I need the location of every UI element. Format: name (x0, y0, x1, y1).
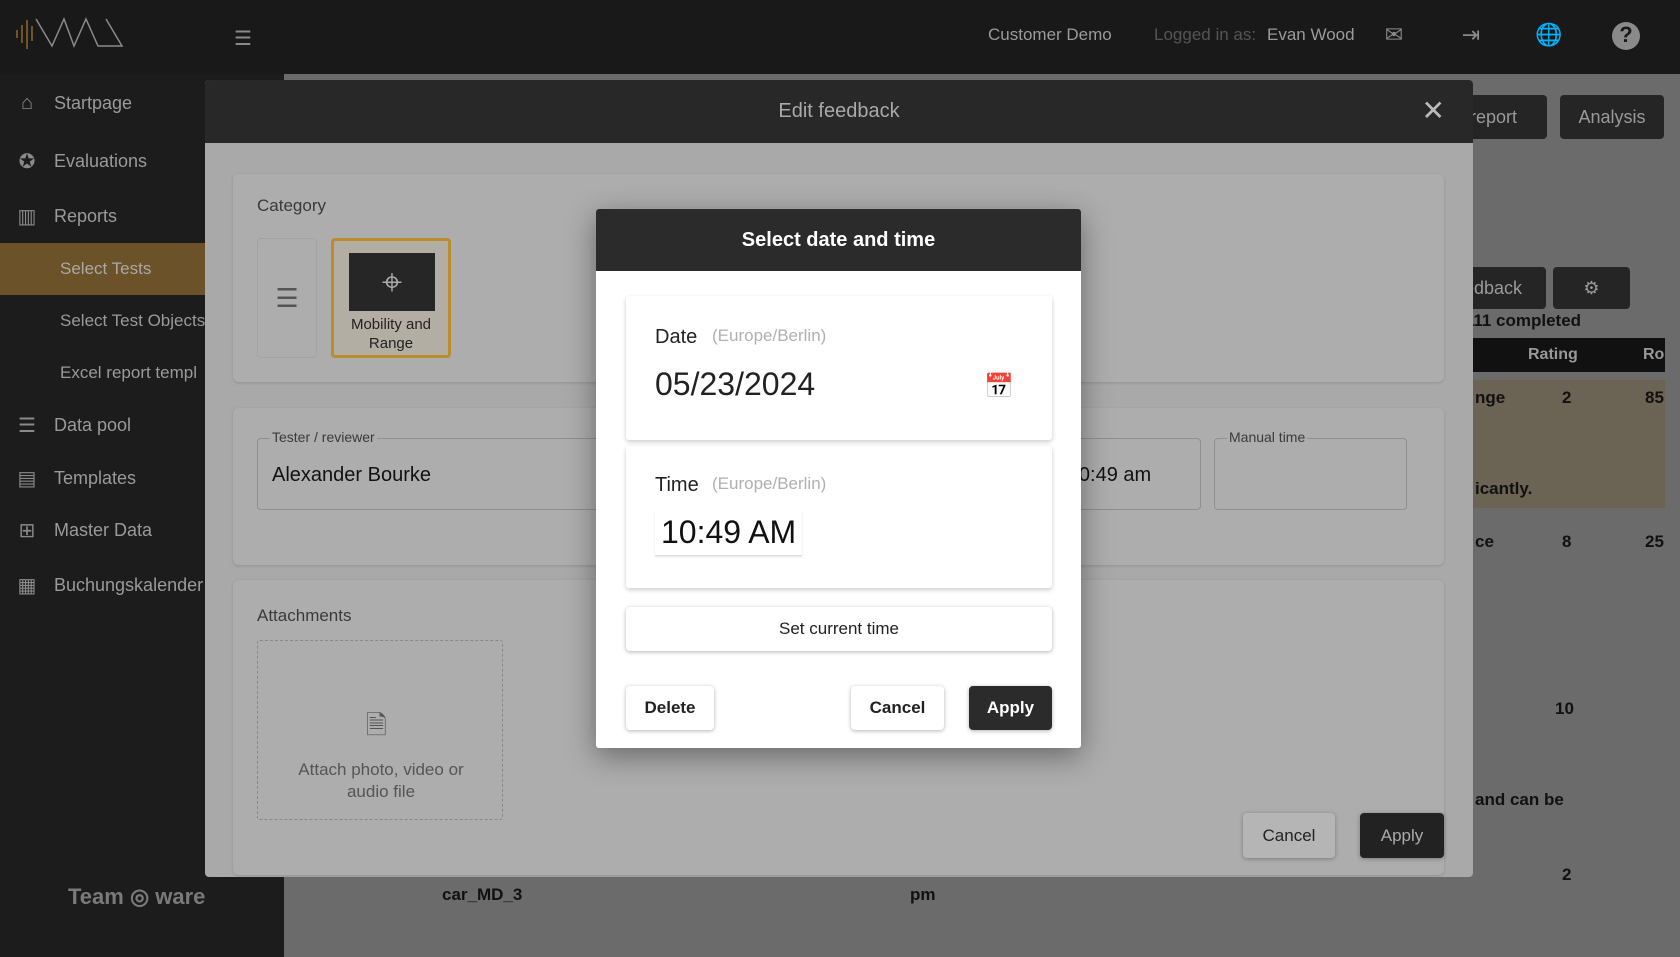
cell: and can be (1475, 790, 1564, 809)
cell: 25 (1645, 532, 1664, 551)
teamware-logo: Team ◎ ware (68, 884, 206, 909)
modal-header: Edit feedback (205, 80, 1473, 143)
home-icon: ⌂ (20, 91, 34, 114)
sidebar-item-label: Reports (54, 205, 118, 226)
cell: 2 (1562, 865, 1572, 884)
time-timezone: (Europe/Berlin) (712, 474, 827, 493)
org-name: Customer Demo (988, 25, 1112, 44)
logged-in-label: Logged in as: (1154, 25, 1257, 44)
attachments-label: Attachments (257, 606, 352, 625)
cell: icantly. (1475, 479, 1533, 498)
dialog-cancel-button[interactable]: Cancel (851, 686, 944, 730)
date-time-dialog: Select date and time Date (Europe/Berlin… (596, 209, 1081, 748)
col-ro: Ro (1643, 346, 1665, 363)
list-icon: ☰ (275, 282, 299, 313)
attach-hint: Attach photo, video or audio file (298, 760, 464, 801)
dialog-header: Select date and time (596, 209, 1081, 271)
globe-icon[interactable]: 🌐 (1535, 22, 1563, 50)
cell: 8 (1562, 532, 1572, 551)
date-card: Date (Europe/Berlin) 05/23/2024 📅 (626, 296, 1052, 440)
cell: pm (910, 885, 936, 904)
settings-button[interactable]: ⚙ (1553, 267, 1630, 309)
sidebar-item-label: Master Data (54, 519, 153, 540)
date-timezone: (Europe/Berlin) (712, 326, 827, 345)
database-icon: ☰ (18, 414, 36, 437)
help-icon[interactable]: ? (1612, 22, 1640, 50)
dialog-title: Select date and time (741, 228, 936, 251)
delete-button[interactable]: Delete (626, 686, 714, 730)
close-icon[interactable]: ✕ (1422, 94, 1445, 127)
user-name[interactable]: Evan Wood (1267, 25, 1355, 45)
sidebar-item-label: Excel report templ (60, 363, 197, 382)
bar-chart-icon: ▥ (17, 205, 37, 228)
collapse-sidebar-icon[interactable]: ☰ (234, 26, 252, 51)
analysis-button[interactable]: Analysis (1560, 95, 1664, 139)
hierarchy-icon: ⊞ (18, 519, 36, 542)
modal-title: Edit feedback (778, 100, 900, 122)
col-rating: Rating (1528, 346, 1578, 363)
calendar-icon: ▦ (17, 574, 37, 597)
gear-icon: ⚙ (1583, 277, 1600, 298)
table-header: Rating Ro (1473, 338, 1665, 372)
sidebar-item-label: Evaluations (54, 150, 148, 171)
app-logo (16, 17, 124, 49)
mail-icon[interactable]: ✉ (1380, 22, 1408, 50)
tester-label: Tester / reviewer (270, 429, 377, 445)
manual-time-label: Manual time (1227, 429, 1308, 445)
time-label: Time (655, 474, 699, 496)
cell: 2 (1562, 388, 1572, 407)
attach-dropzone[interactable]: 🗎 Attach photo, video or audio file (257, 640, 503, 820)
location-arrows-icon: ⌖ (349, 253, 435, 311)
cell: 10 (1555, 699, 1574, 718)
sidebar-item-label: Select Tests (60, 259, 152, 278)
apply-button[interactable]: Apply (1360, 813, 1444, 858)
cell: nge (1475, 388, 1506, 407)
date-input[interactable]: 05/23/2024 (655, 366, 815, 403)
sidebar-item-label: Data pool (54, 414, 132, 435)
tester-field[interactable]: Tester / reviewer Alexander Bourke (257, 429, 617, 510)
manual-time-field[interactable]: Manual time (1214, 429, 1407, 510)
template-icon: ▤ (17, 467, 37, 490)
top-bar: ☰ Customer Demo Logged in as: Evan Wood … (0, 0, 1680, 74)
time-card: Time (Europe/Berlin) 10:49 AM (626, 446, 1052, 588)
set-current-time-button[interactable]: Set current time (626, 607, 1052, 651)
dialog-apply-button[interactable]: Apply (969, 686, 1052, 730)
category-list-button[interactable]: ☰ (257, 238, 317, 358)
tester-value: Alexander Bourke (272, 464, 431, 486)
calendar-icon[interactable]: 📅 (984, 372, 1014, 401)
sidebar-item-label: Select Test Objects (60, 311, 206, 330)
star-icon: ✪ (18, 150, 36, 173)
add-file-icon: 🗎 (366, 710, 387, 740)
cell: 85 (1645, 388, 1664, 407)
logout-icon[interactable]: ⇥ (1457, 22, 1485, 50)
sidebar-item-label: Startpage (54, 92, 133, 113)
sidebar-item-label: Templates (54, 467, 137, 488)
category-label: Category (257, 196, 326, 215)
cell: car_MD_3 (442, 885, 523, 904)
time-input[interactable]: 10:49 AM (655, 510, 803, 556)
category-name: Mobility and Range (350, 316, 432, 352)
category-mobility-and-range[interactable]: ⌖ Mobility and Range (331, 238, 451, 358)
cancel-button[interactable]: Cancel (1243, 813, 1335, 858)
cell: ce (1475, 532, 1494, 551)
date-label: Date (655, 326, 698, 348)
sidebar-item-label: Buchungskalender (54, 574, 204, 595)
